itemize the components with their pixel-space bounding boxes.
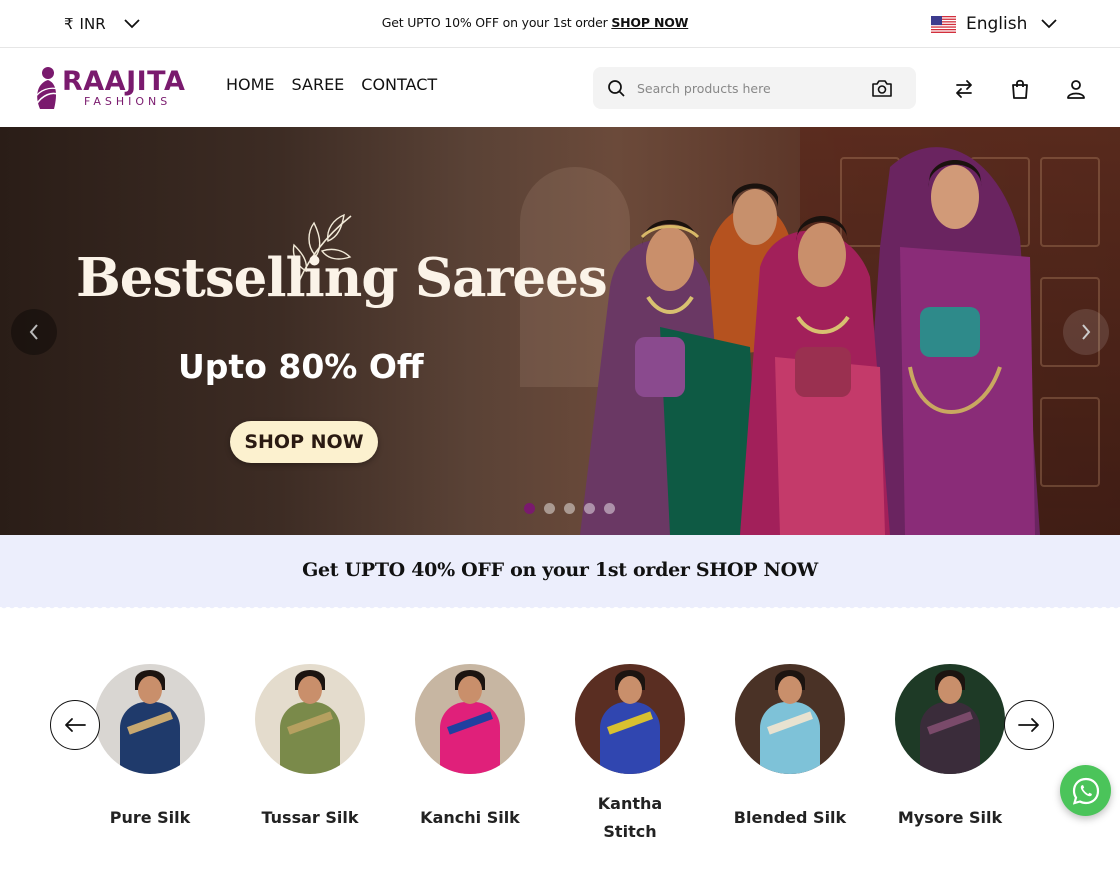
category-image xyxy=(95,664,205,774)
categories-prev-button[interactable] xyxy=(50,700,100,750)
search-bar xyxy=(593,67,916,109)
top-promo-text: Get UPTO 10% OFF on your 1st order SHOP … xyxy=(381,15,689,30)
category-label: Pure Silk xyxy=(109,808,191,827)
carousel-dot[interactable] xyxy=(524,503,535,514)
chevron-left-icon xyxy=(29,324,38,340)
categories-next-button[interactable] xyxy=(1004,700,1054,750)
category-label: Mysore Silk xyxy=(897,808,1003,827)
category-image xyxy=(575,664,685,774)
category-image xyxy=(895,664,1005,774)
us-flag-icon xyxy=(931,15,956,33)
category-item[interactable]: Tussar Silk xyxy=(240,664,380,827)
logo-subtitle: FASHIONS xyxy=(84,95,172,108)
main-nav: HOME SAREE CONTACT xyxy=(226,75,437,94)
user-account-icon[interactable] xyxy=(1065,78,1087,100)
category-label: Blended Silk xyxy=(733,808,847,827)
chevron-down-icon xyxy=(1041,19,1058,29)
nav-home[interactable]: HOME xyxy=(226,75,275,94)
category-item[interactable]: Blended Silk xyxy=(720,664,860,827)
camera-search-icon[interactable] xyxy=(871,78,893,98)
category-image xyxy=(415,664,525,774)
chevron-right-icon xyxy=(1082,324,1091,340)
hero-models-image xyxy=(580,147,1040,535)
carousel-dots xyxy=(524,503,615,514)
category-label: Tussar Silk xyxy=(261,808,359,827)
promo-banner-edge xyxy=(0,605,1120,611)
language-label: English xyxy=(966,14,1028,34)
carousel-dot[interactable] xyxy=(604,503,615,514)
category-label: Kantha Stitch xyxy=(597,794,663,841)
hero-subtitle: Upto 80% Off xyxy=(178,347,424,386)
category-item[interactable]: Mysore Silk xyxy=(880,664,1020,827)
category-item[interactable]: Kanchi Silk xyxy=(400,664,540,827)
arrow-right-icon xyxy=(1018,718,1039,732)
whatsapp-chat-button[interactable] xyxy=(1060,765,1111,816)
brand-logo[interactable]: RAAJITA FASHIONS xyxy=(32,65,204,111)
carousel-dot[interactable] xyxy=(544,503,555,514)
woman-silhouette-logo-icon xyxy=(33,67,61,109)
carousel-dot[interactable] xyxy=(584,503,595,514)
hero-next-button[interactable] xyxy=(1063,309,1109,355)
hero-shop-now-button[interactable]: SHOP NOW xyxy=(230,421,378,463)
category-label: Kanchi Silk xyxy=(420,808,520,827)
search-input[interactable] xyxy=(637,76,857,100)
nav-contact[interactable]: CONTACT xyxy=(361,75,437,94)
category-item[interactable]: Kantha Stitch xyxy=(560,664,700,841)
compare-icon[interactable] xyxy=(953,78,975,100)
hero-title: Bestselling Sarees xyxy=(76,247,608,309)
carousel-dot[interactable] xyxy=(564,503,575,514)
language-selector[interactable]: English xyxy=(931,11,1058,37)
hero-prev-button[interactable] xyxy=(11,309,57,355)
promo-banner[interactable]: Get UPTO 40% OFF on your 1st order SHOP … xyxy=(0,535,1120,607)
arrow-left-icon xyxy=(65,718,86,732)
category-image xyxy=(255,664,365,774)
shopping-bag-icon[interactable] xyxy=(1009,78,1031,100)
site-header: RAAJITA FASHIONS HOME SAREE CONTACT xyxy=(0,49,1120,127)
search-icon[interactable] xyxy=(606,78,626,98)
top-promo-shop-link[interactable]: SHOP NOW xyxy=(611,15,688,30)
hero-carousel: Bestselling Sarees Upto 80% Off SHOP NOW xyxy=(0,127,1120,535)
logo-wordmark: RAAJITA xyxy=(62,66,186,97)
whatsapp-icon xyxy=(1072,777,1099,805)
top-announcement-bar: ₹ INR Get UPTO 10% OFF on your 1st order… xyxy=(0,0,1120,48)
promo-banner-text: Get UPTO 40% OFF on your 1st order SHOP … xyxy=(302,559,818,581)
category-image xyxy=(735,664,845,774)
category-item[interactable]: Pure Silk xyxy=(80,664,220,827)
nav-saree[interactable]: SAREE xyxy=(292,75,345,94)
